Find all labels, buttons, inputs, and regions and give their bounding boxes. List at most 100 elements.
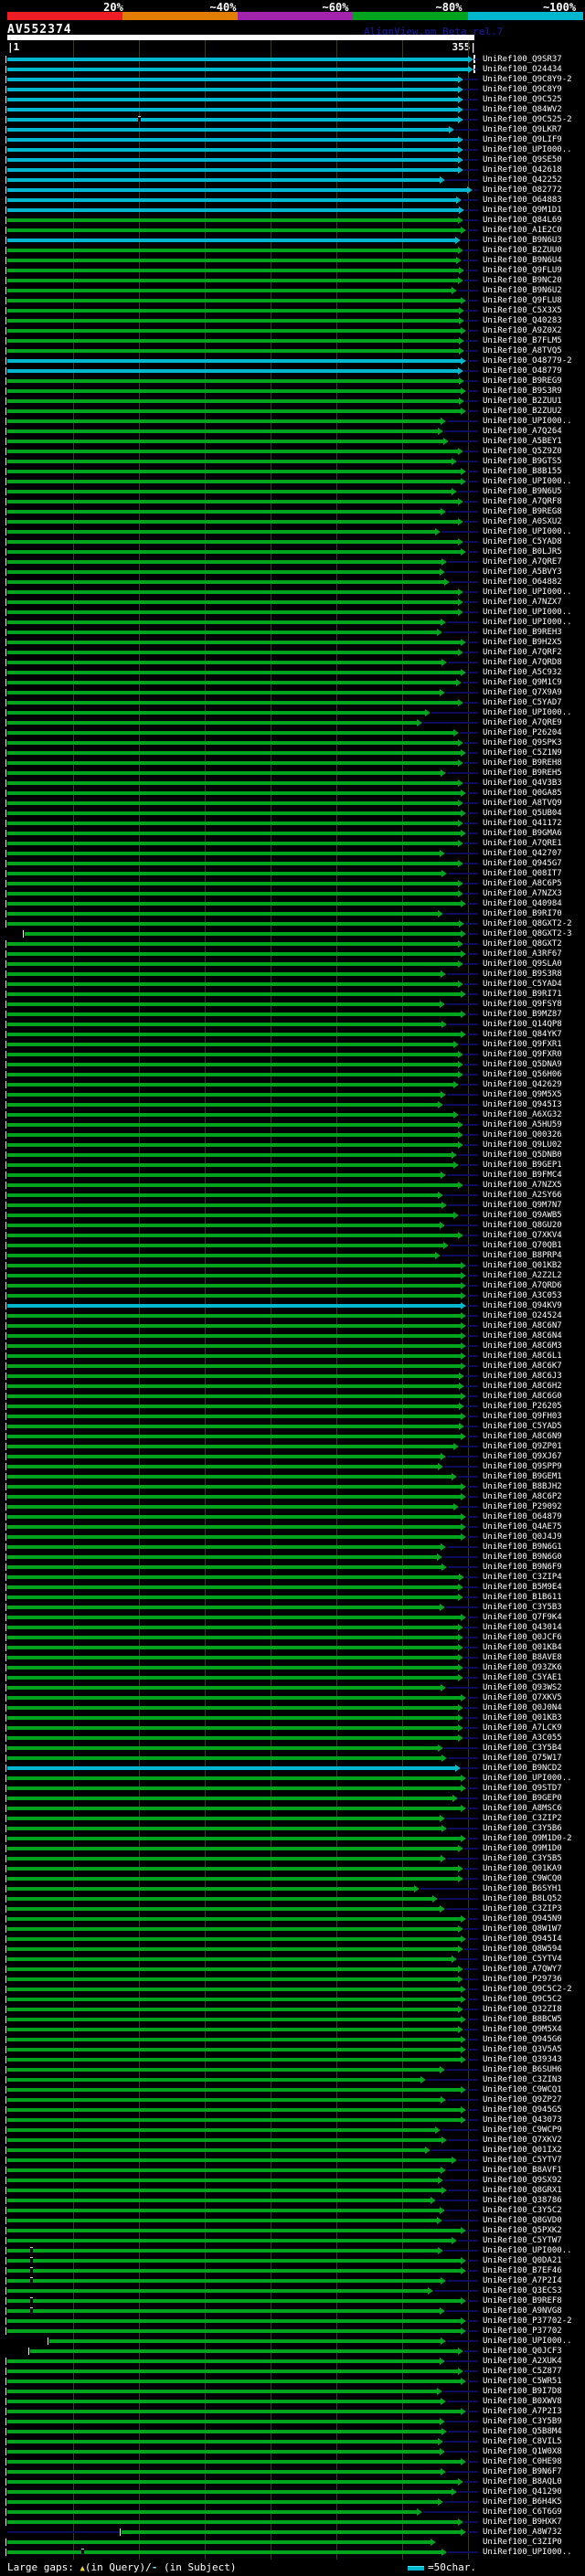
alignment-row[interactable]: UniRef100_A7P2I3	[0, 2407, 585, 2417]
hit-label[interactable]: UniRef100_A8W732	[483, 2528, 562, 2538]
alignment-row[interactable]: UniRef100_C9WCQ0	[0, 1874, 585, 1884]
hit-label[interactable]: UniRef100_Q5UB04	[483, 809, 562, 819]
hit-label[interactable]: UniRef100_A8C6N9	[483, 1432, 562, 1442]
alignment-row[interactable]: UniRef100_B8BJH2	[0, 1482, 585, 1492]
alignment-row[interactable]: UniRef100_O64882	[0, 578, 585, 588]
alignment-row[interactable]: UniRef100_P29092	[0, 1502, 585, 1512]
alignment-row[interactable]: UniRef100_Q9FXR0	[0, 1050, 585, 1060]
alignment-row[interactable]: UniRef100_Q9FSY8	[0, 1000, 585, 1010]
alignment-row[interactable]: UniRef100_Q9C5C2-2	[0, 1985, 585, 1995]
hit-label[interactable]: UniRef100_Q42629	[483, 1080, 562, 1090]
alignment-row[interactable]: UniRef100_A1E2C0	[0, 226, 585, 236]
hit-label[interactable]: UniRef100_Q9M1D0	[483, 1844, 562, 1854]
alignment-row[interactable]: UniRef100_Q9M1D0	[0, 1844, 585, 1854]
alignment-row[interactable]: UniRef100_Q0JCF6	[0, 1633, 585, 1643]
hit-label[interactable]: UniRef100_O48779-2	[483, 356, 572, 366]
hit-label[interactable]: UniRef100_UPI000..	[483, 1774, 572, 1784]
alignment-row[interactable]: UniRef100_B1B611	[0, 1593, 585, 1603]
alignment-row[interactable]: UniRef100_C3ZIP0	[0, 2538, 585, 2548]
alignment-row[interactable]: UniRef100_Q9SX92	[0, 2176, 585, 2186]
hit-label[interactable]: UniRef100_C5YAD8	[483, 537, 562, 547]
hit-label[interactable]: UniRef100_Q9C525	[483, 95, 562, 105]
hit-label[interactable]: UniRef100_Q8GXT2	[483, 939, 562, 949]
hit-label[interactable]: UniRef100_A8C6K7	[483, 1362, 562, 1372]
hit-label[interactable]: UniRef100_C5YTV4	[483, 1955, 562, 1965]
alignment-row[interactable]: UniRef100_Q945I3	[0, 1100, 585, 1110]
hit-label[interactable]: UniRef100_Q9ZP01	[483, 1442, 562, 1452]
hit-label[interactable]: UniRef100_C3Y5B4	[483, 1744, 562, 1754]
hit-label[interactable]: UniRef100_Q01IX2	[483, 2146, 562, 2156]
alignment-row[interactable]: UniRef100_UPI000..	[0, 477, 585, 487]
hit-label[interactable]: UniRef100_Q4AE75	[483, 1522, 562, 1532]
alignment-row[interactable]: UniRef100_Q38786	[0, 2196, 585, 2206]
hit-label[interactable]: UniRef100_A5BEY1	[483, 437, 562, 447]
hit-label[interactable]: UniRef100_Q945I4	[483, 1935, 562, 1945]
hit-label[interactable]: UniRef100_C3ZIN3	[483, 2075, 562, 2085]
hit-label[interactable]: UniRef100_C3ZIP2	[483, 1814, 562, 1824]
alignment-row[interactable]: UniRef100_B8LQ52	[0, 1894, 585, 1904]
alignment-row[interactable]: UniRef100_Q43014	[0, 1623, 585, 1633]
alignment-row[interactable]: UniRef100_UPI000..	[0, 618, 585, 628]
alignment-row[interactable]: UniRef100_Q5PXK2	[0, 2226, 585, 2236]
hit-label[interactable]: UniRef100_UPI000..	[483, 2548, 572, 2558]
alignment-row[interactable]: UniRef100_P29736	[0, 1975, 585, 1985]
hit-label[interactable]: UniRef100_A8C6J3	[483, 1372, 562, 1382]
alignment-row[interactable]: UniRef100_B9I7D8	[0, 2387, 585, 2397]
hit-label[interactable]: UniRef100_B9S3R9	[483, 387, 562, 397]
hit-label[interactable]: UniRef100_Q0DA21	[483, 2256, 562, 2266]
alignment-row[interactable]: UniRef100_A8TVQ9	[0, 799, 585, 809]
hit-label[interactable]: UniRef100_C8VIL5	[483, 2437, 562, 2447]
alignment-row[interactable]: UniRef100_Q9FH03	[0, 1412, 585, 1422]
alignment-row[interactable]: UniRef100_B9GMA6	[0, 829, 585, 839]
alignment-row[interactable]: UniRef100_A8C6K7	[0, 1362, 585, 1372]
alignment-row[interactable]: UniRef100_Q8GXT2	[0, 939, 585, 949]
alignment-row[interactable]: UniRef100_Q4AE75	[0, 1522, 585, 1532]
hit-label[interactable]: UniRef100_A3C055	[483, 1733, 562, 1744]
alignment-row[interactable]: UniRef100_B9N6U4	[0, 256, 585, 266]
alignment-row[interactable]: UniRef100_A3RF67	[0, 949, 585, 959]
alignment-row[interactable]: UniRef100_B9NC20	[0, 276, 585, 286]
alignment-row[interactable]: UniRef100_Q40283	[0, 316, 585, 326]
alignment-row[interactable]: UniRef100_Q9LKR7	[0, 125, 585, 135]
hit-label[interactable]: UniRef100_P26205	[483, 1402, 562, 1412]
hit-label[interactable]: UniRef100_Q9FLU9	[483, 266, 562, 276]
alignment-row[interactable]: UniRef100_Q32ZI8	[0, 2005, 585, 2015]
hit-label[interactable]: UniRef100_Q84WV2	[483, 105, 562, 115]
alignment-row[interactable]: UniRef100_Q9M1C9	[0, 678, 585, 688]
hit-label[interactable]: UniRef100_B9RI70	[483, 909, 562, 919]
alignment-row[interactable]: UniRef100_C3Y5B9	[0, 2417, 585, 2427]
alignment-row[interactable]: UniRef100_Q84YK7	[0, 1030, 585, 1040]
hit-label[interactable]: UniRef100_UPI000..	[483, 588, 572, 598]
alignment-row[interactable]: UniRef100_C5YAD7	[0, 698, 585, 708]
alignment-row[interactable]: UniRef100_A7QRD6	[0, 1281, 585, 1291]
hit-label[interactable]: UniRef100_Q9C5C2	[483, 1995, 562, 2005]
hit-label[interactable]: UniRef100_B9GMA6	[483, 829, 562, 839]
alignment-row[interactable]: UniRef100_B9GEP0	[0, 1794, 585, 1804]
hit-label[interactable]: UniRef100_A8MSC6	[483, 1804, 562, 1814]
hit-label[interactable]: UniRef100_B8AVE8	[483, 1653, 562, 1663]
alignment-row[interactable]: UniRef100_B8BCW5	[0, 2015, 585, 2025]
hit-label[interactable]: UniRef100_Q9LIF9	[483, 135, 562, 145]
hit-label[interactable]: UniRef100_Q9C8Y9	[483, 85, 562, 95]
hit-label[interactable]: UniRef100_Q43014	[483, 1623, 562, 1633]
hit-label[interactable]: UniRef100_A7QRF8	[483, 497, 562, 507]
alignment-row[interactable]: UniRef100_B9N6G1	[0, 1542, 585, 1553]
hit-label[interactable]: UniRef100_Q945G5	[483, 2105, 562, 2115]
hit-label[interactable]: UniRef100_Q42252	[483, 175, 562, 186]
alignment-row[interactable]: UniRef100_B7EF46	[0, 2266, 585, 2276]
hit-label[interactable]: UniRef100_UPI000..	[483, 2246, 572, 2256]
hit-label[interactable]: UniRef100_B0XWV8	[483, 2397, 562, 2407]
alignment-row[interactable]: UniRef100_Q9ZP27	[0, 2095, 585, 2105]
alignment-row[interactable]: UniRef100_B5M9E4	[0, 1583, 585, 1593]
alignment-row[interactable]: UniRef100_Q945G5	[0, 2105, 585, 2115]
alignment-row[interactable]: UniRef100_Q9SPP9	[0, 1462, 585, 1472]
hit-label[interactable]: UniRef100_A2SY66	[483, 1191, 562, 1201]
alignment-row[interactable]: UniRef100_Q84WV2	[0, 105, 585, 115]
hit-label[interactable]: UniRef100_Q7X9A9	[483, 688, 562, 698]
alignment-row[interactable]: UniRef100_C3ZIN3	[0, 2075, 585, 2085]
hit-label[interactable]: UniRef100_Q42707	[483, 849, 562, 859]
hit-label[interactable]: UniRef100_Q9STD7	[483, 1784, 562, 1794]
alignment-row[interactable]: UniRef100_B0XWV8	[0, 2397, 585, 2407]
hit-label[interactable]: UniRef100_Q8W594	[483, 1945, 562, 1955]
alignment-row[interactable]: UniRef100_C5WR51	[0, 2377, 585, 2387]
